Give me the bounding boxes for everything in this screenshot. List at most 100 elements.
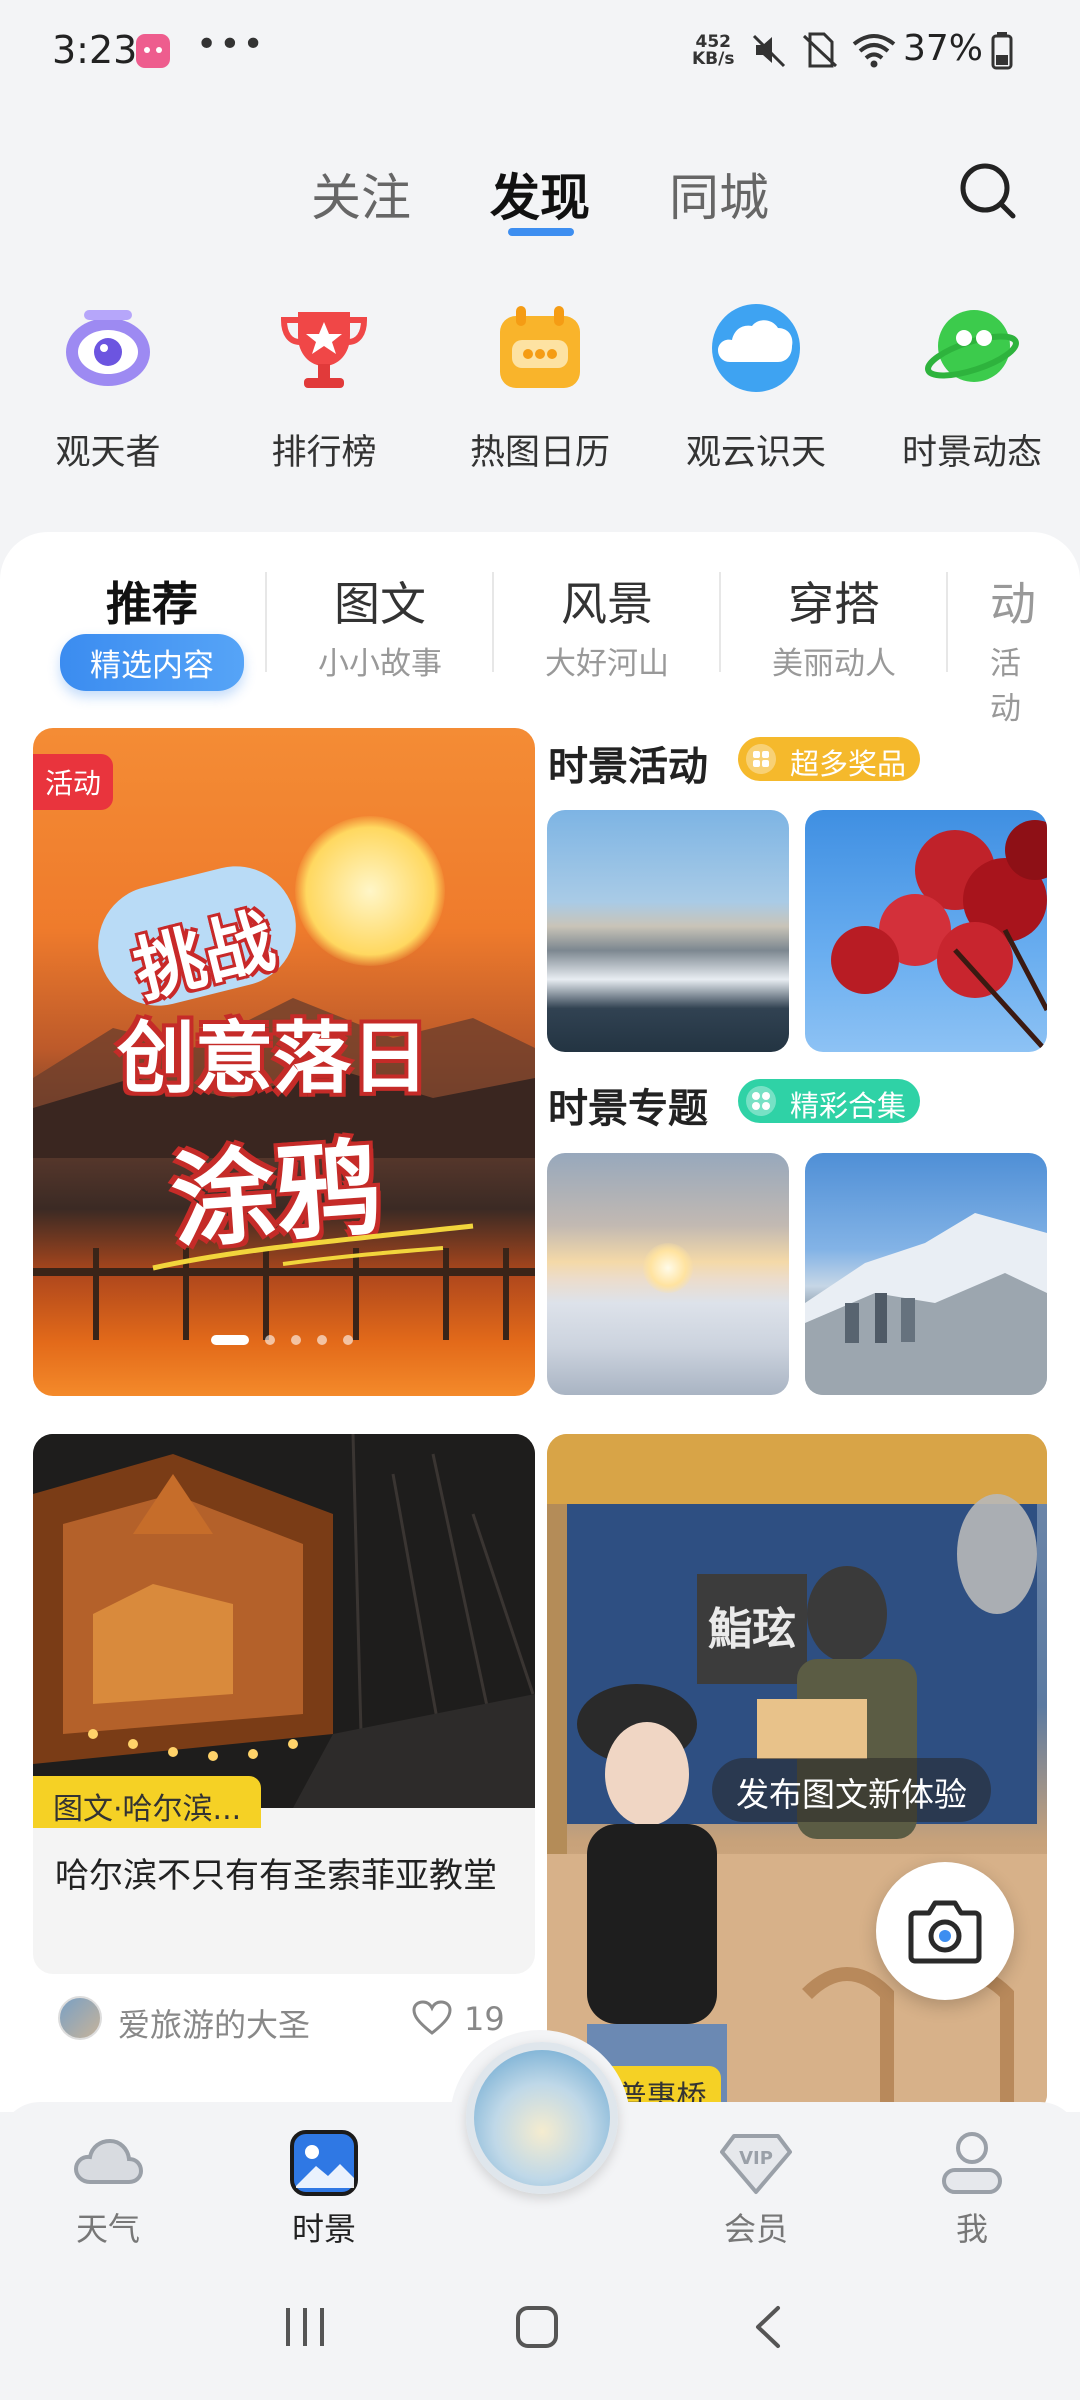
- category-title: 推荐: [106, 577, 198, 631]
- activity-thumb-maple[interactable]: [805, 810, 1047, 1052]
- status-time: 3:23: [52, 28, 138, 72]
- topic-thumb-sunrise[interactable]: [547, 1153, 789, 1395]
- section-activity-title[interactable]: 时景活动: [548, 734, 708, 792]
- calendar-icon: [500, 306, 580, 388]
- category-title: 穿搭: [788, 577, 880, 631]
- svg-text:VIP: VIP: [739, 2148, 773, 2169]
- category-subtitle: 美丽动人: [772, 646, 896, 682]
- nav-scenery[interactable]: 时景: [244, 2130, 404, 2250]
- back-icon[interactable]: [748, 2302, 788, 2352]
- quick-link-ranking[interactable]: 排行榜: [224, 300, 424, 475]
- vip-icon: VIP: [720, 2134, 792, 2194]
- nav-weather[interactable]: 天气: [28, 2130, 188, 2250]
- speed-unit: KB/s: [692, 49, 735, 69]
- topic-badge: 精彩合集: [738, 1079, 921, 1123]
- activity-badge: 超多奖品: [738, 737, 921, 781]
- nav-label: 会员: [723, 2210, 788, 2248]
- tab-follow[interactable]: 关注: [311, 158, 411, 230]
- quick-link-cloud[interactable]: 观云识天: [656, 300, 856, 475]
- heart-icon[interactable]: [412, 2000, 452, 2036]
- search-icon[interactable]: [955, 158, 1019, 222]
- shop-sign-text: 鮨玹: [708, 1604, 796, 1655]
- category-divider: [946, 572, 948, 672]
- category-divider: [719, 572, 721, 672]
- snow-mountain: [805, 1213, 1047, 1395]
- carousel-dot: [291, 1335, 301, 1345]
- recent-apps-icon[interactable]: [280, 2302, 330, 2352]
- category-title: 图文: [334, 577, 426, 631]
- quick-link-dynamics[interactable]: 时景动态: [872, 300, 1072, 475]
- category-recommend[interactable]: 推荐 精选内容: [52, 568, 252, 691]
- camera-icon: [908, 1900, 982, 1964]
- quick-link-label: 热图日历: [469, 433, 610, 473]
- category-story[interactable]: 图文 小小故事: [280, 568, 480, 683]
- topic-badge-text: 精彩合集: [790, 1089, 907, 1123]
- tab-discover[interactable]: 发现: [490, 158, 590, 230]
- author-name[interactable]: 爱旅游的大圣: [118, 2000, 310, 2046]
- cloud-outline-icon: [73, 2138, 144, 2184]
- nav-label: 天气: [75, 2210, 140, 2248]
- person-icon: [942, 2132, 1002, 2194]
- nav-label: 时景: [291, 2210, 356, 2248]
- quick-link-observer[interactable]: 观天者: [8, 300, 208, 475]
- center-sky-button[interactable]: [466, 2042, 618, 2194]
- topic-thumb-snow-mountain[interactable]: [805, 1153, 1047, 1395]
- publish-tip: 发布图文新体验: [712, 1758, 991, 1822]
- nav-label: 我: [955, 2210, 988, 2248]
- cloud-icon: [712, 304, 800, 392]
- avatar[interactable]: [58, 1996, 102, 2040]
- church-illustration: [33, 1434, 535, 1808]
- sun-graphic: [295, 816, 445, 966]
- trophy-icon: [280, 312, 368, 388]
- photo-icon: [290, 2130, 358, 2196]
- active-tab-indicator: [508, 228, 574, 236]
- quick-link-calendar[interactable]: 热图日历: [440, 300, 640, 475]
- activity-banner[interactable]: 活动 挑战 创意落日 涂鸦: [33, 728, 535, 1396]
- category-subtitle: 小小故事: [318, 646, 442, 682]
- quick-link-label: 排行榜: [271, 433, 377, 473]
- wifi-icon: [852, 34, 896, 68]
- banner-headline-2: 创意落日: [117, 1014, 430, 1104]
- gift-icon: [746, 744, 776, 774]
- category-divider: [492, 572, 494, 672]
- carousel-dot: [265, 1335, 275, 1345]
- category-scenery[interactable]: 风景 大好河山: [507, 568, 707, 683]
- pier-post: [503, 1248, 509, 1340]
- home-icon[interactable]: [512, 2302, 562, 2352]
- camera-button[interactable]: [876, 1862, 1014, 2000]
- quick-link-label: 观云识天: [685, 433, 826, 473]
- section-topic-title[interactable]: 时景专题: [548, 1076, 708, 1134]
- planet-icon: [925, 310, 1019, 382]
- maple-leaves: [831, 820, 1047, 1052]
- mute-icon: [752, 34, 786, 68]
- like-count: 19: [464, 2000, 505, 2038]
- category-subtitle: 活动: [990, 646, 1021, 727]
- eye-icon: [66, 310, 150, 386]
- battery-percent: 37%: [903, 28, 984, 69]
- carousel-dot: [317, 1335, 327, 1345]
- category-activity[interactable]: 动 活动: [990, 568, 1050, 728]
- category-outfit[interactable]: 穿搭 美丽动人: [734, 568, 934, 683]
- church-night-photo: [33, 1434, 535, 1808]
- status-bar: 3:23 ••• 452 KB/s 37%: [0, 0, 1080, 100]
- carousel-dot: [343, 1335, 353, 1345]
- quick-link-label: 观天者: [55, 433, 161, 473]
- sun-glow: [643, 1243, 693, 1293]
- activity-thumb-river[interactable]: [547, 810, 789, 1052]
- feed-title: 哈尔滨不只有有圣索菲亚教堂: [55, 1856, 497, 1896]
- nav-me[interactable]: 我: [892, 2130, 1052, 2250]
- category-title: 动: [990, 577, 1036, 631]
- carousel-dot: [211, 1335, 249, 1345]
- pier-post: [93, 1248, 99, 1340]
- feed-card-harbin[interactable]: 图文·哈尔滨... 哈尔滨不只有有圣索菲亚教堂: [33, 1434, 535, 1974]
- activity-tag: 活动: [33, 754, 114, 810]
- nav-vip[interactable]: VIP 会员: [676, 2130, 836, 2250]
- category-subtitle: 大好河山: [545, 646, 669, 682]
- carousel-indicator: [211, 1330, 369, 1345]
- collection-icon: [746, 1086, 776, 1116]
- category-divider: [265, 572, 267, 672]
- app-notification-icon: [136, 34, 170, 68]
- quick-link-label: 时景动态: [901, 433, 1042, 473]
- activity-badge-text: 超多奖品: [790, 747, 907, 781]
- tab-local[interactable]: 同城: [669, 158, 769, 230]
